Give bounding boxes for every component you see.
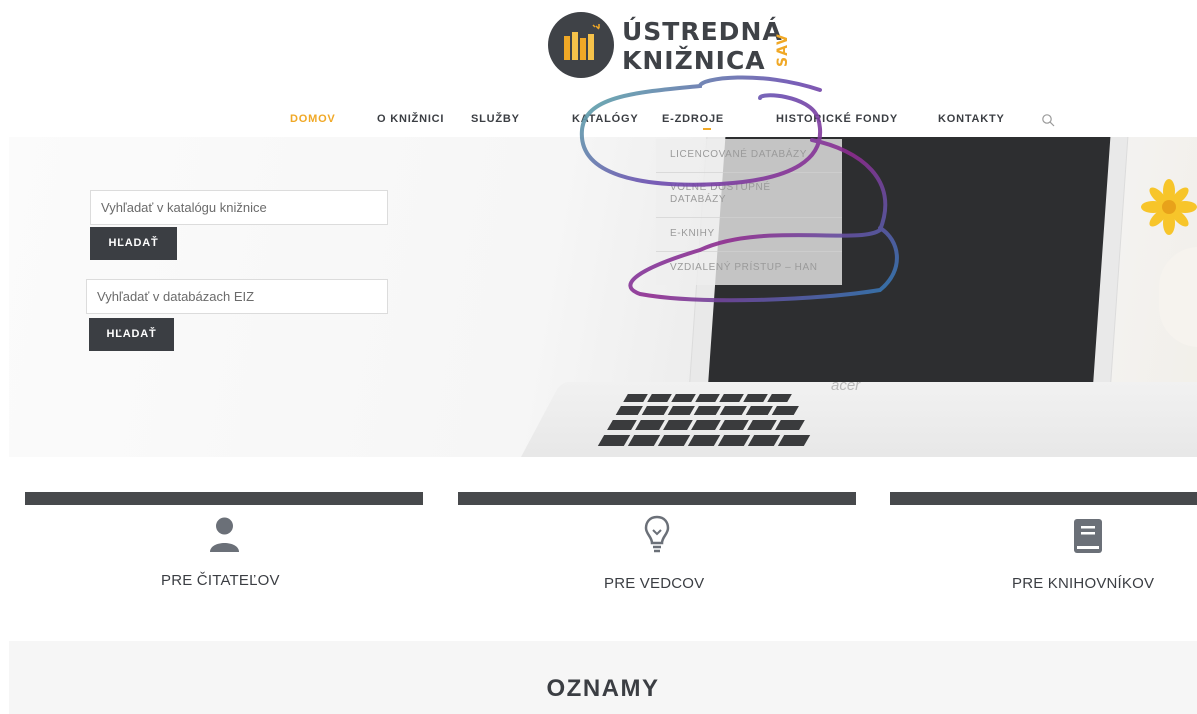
search-icon[interactable] (1041, 113, 1055, 127)
dropdown-item-licencovane-databazy[interactable]: LICENCOVANÉ DATABÁZY (670, 149, 807, 161)
vase-image (1159, 247, 1197, 347)
nav-item-kontakty[interactable]: KONTAKTY (938, 113, 1005, 125)
nav-item-sluzby[interactable]: SLUŽBY (471, 113, 520, 125)
dropdown-divider (656, 251, 842, 252)
books-logo-icon (564, 24, 600, 60)
nav-item-domov[interactable]: DOMOV (290, 113, 336, 125)
dropdown-item-volne-dostupne[interactable]: VOĽNE DOSTUPNÉ (670, 182, 771, 194)
eiz-search-input[interactable]: Vyhľadať v databázach EIZ (86, 279, 388, 314)
card-librarians-bar (890, 492, 1197, 505)
logo-line-2: KNIŽNICA (622, 46, 766, 75)
eiz-search-button[interactable]: HĽADAŤ (89, 318, 174, 351)
dropdown-item-e-knihy[interactable]: E-KNIHY (670, 228, 715, 240)
nav-item-o-kniznici[interactable]: O KNIŽNICI (377, 113, 444, 125)
card-readers-bar (25, 492, 423, 505)
laptop-brand-text: acer (831, 377, 861, 394)
nav-item-historicke-fondy[interactable]: HISTORICKÉ FONDY (776, 113, 898, 125)
keyboard-image (597, 394, 811, 446)
dropdown-item-vzdialeny-pristup[interactable]: VZDIALENÝ PRÍSTUP – HAN (670, 262, 818, 274)
lightbulb-icon (644, 515, 670, 553)
card-librarians-label[interactable]: PRE KNIHOVNÍKOV (1012, 575, 1154, 592)
site-logo[interactable]: ÚSTREDNÁ KNIŽNICA SAV (546, 8, 816, 82)
nav-item-katalogy[interactable]: KATALÓGY (572, 113, 639, 125)
dropdown-item-volne-dostupne-line2[interactable]: DATABÁZY (670, 194, 726, 206)
logo-sav: SAV (775, 33, 791, 67)
nav-active-indicator (703, 128, 711, 130)
catalog-search-input[interactable]: Vyhľadať v katalógu knižnice (90, 190, 388, 225)
logo-line-1: ÚSTREDNÁ (622, 17, 783, 46)
dropdown-divider (656, 217, 842, 218)
flower-image (1141, 179, 1197, 235)
logo-wordmark: ÚSTREDNÁ KNIŽNICA (622, 18, 783, 76)
announcements-section: OZNAMY (9, 641, 1197, 714)
nav-item-e-zdroje[interactable]: E-ZDROJE (662, 113, 724, 125)
e-zdroje-dropdown: LICENCOVANÉ DATABÁZY VOĽNE DOSTUPNÉ DATA… (656, 139, 842, 285)
book-icon (1074, 519, 1102, 553)
catalog-search-button[interactable]: HĽADAŤ (90, 227, 177, 260)
card-readers-label[interactable]: PRE ČITATEĽOV (161, 572, 280, 589)
dropdown-divider (656, 172, 842, 173)
announcements-title: OZNAMY (546, 675, 660, 702)
main-nav: DOMOV O KNIŽNICI SLUŽBY KATALÓGY E-ZDROJ… (0, 113, 1197, 131)
user-icon (210, 517, 239, 552)
card-scientists-label[interactable]: PRE VEDCOV (604, 575, 704, 592)
card-scientists-bar (458, 492, 856, 505)
